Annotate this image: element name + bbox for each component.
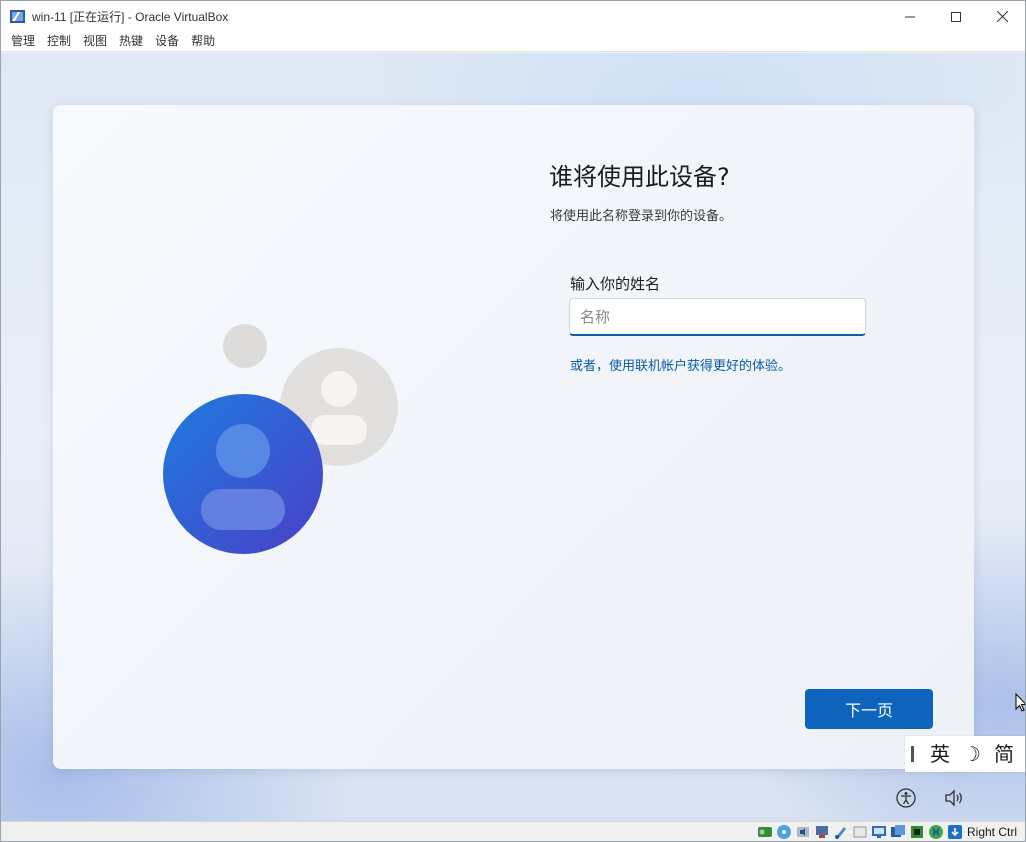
usb-icon[interactable] [833,824,849,840]
ime-simplified-toggle[interactable]: 简 [988,736,1020,772]
close-icon [996,7,1008,26]
status-bar: Right Ctrl [1,821,1025,841]
next-button[interactable]: 下一页 [805,689,933,729]
minimize-button[interactable] [887,1,933,31]
menu-item-help[interactable]: 帮助 [185,31,221,52]
menu-item-devices[interactable]: 设备 [149,31,185,52]
audio-icon[interactable] [795,824,811,840]
small-avatar-dot [223,324,267,368]
keyboard-icon[interactable] [947,824,963,840]
optical-drive-icon[interactable] [776,824,792,840]
primary-avatar-icon [163,394,323,554]
menu-item-control[interactable]: 控制 [41,31,77,52]
recording-icon[interactable] [890,824,906,840]
menu-item-hotkeys[interactable]: 热键 [113,31,149,52]
oobe-card: 谁将使用此设备? 将使用此名称登录到你的设备。 输入你的姓名 或者，使用联机帐户… [53,105,974,769]
mouse-integration-icon[interactable] [928,824,944,840]
ime-language-toggle[interactable]: 英 [924,736,956,772]
menu-item-view[interactable]: 视图 [77,31,113,52]
vm-display[interactable]: 谁将使用此设备? 将使用此名称登录到你的设备。 输入你的姓名 或者，使用联机帐户… [1,53,1025,821]
shared-folders-icon[interactable] [852,824,868,840]
online-account-link[interactable]: 或者，使用联机帐户获得更好的体验。 [570,355,791,374]
maximize-button[interactable] [933,1,979,31]
processor-icon[interactable] [909,824,925,840]
hard-disk-icon[interactable] [757,824,773,840]
close-button[interactable] [979,1,1025,31]
maximize-icon [951,7,961,26]
host-key-label: Right Ctrl [966,824,1017,839]
name-input[interactable] [569,298,866,336]
display-icon[interactable] [871,824,887,840]
ime-toolbar: 英 ☽ 简 [905,736,1025,772]
page-subtitle: 将使用此名称登录到你的设备。 [550,209,733,224]
virtualbox-app-icon [9,8,26,25]
name-field-label: 输入你的姓名 [570,275,661,293]
user-illustration [163,323,403,555]
ime-moon-icon[interactable]: ☽ [956,736,988,772]
window-title: win-11 [正在运行] - Oracle VirtualBox [32,9,229,24]
accessibility-icon[interactable] [895,787,917,809]
menu-bar: 管理 控制 视图 热键 设备 帮助 [1,31,1025,52]
menu-item-manage[interactable]: 管理 [5,31,41,52]
volume-icon[interactable] [943,787,965,809]
virtualbox-window: win-11 [正在运行] - Oracle VirtualBox 管理 控制 [0,0,1026,842]
title-bar[interactable]: win-11 [正在运行] - Oracle VirtualBox [1,1,1025,31]
minimize-icon [905,7,915,26]
page-title: 谁将使用此设备? [549,163,730,191]
network-icon[interactable] [814,824,830,840]
mouse-cursor-icon [1015,692,1025,713]
ime-drag-handle[interactable] [911,746,914,762]
